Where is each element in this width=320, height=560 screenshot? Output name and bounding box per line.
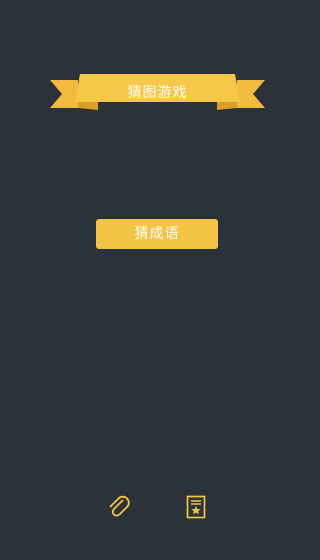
title-ribbon: 猜图游戏 xyxy=(50,72,265,112)
bookmark-star-icon[interactable] xyxy=(183,494,209,520)
game-home-screen: 猜图游戏 猜成语 xyxy=(0,0,315,560)
guess-idiom-button[interactable]: 猜成语 xyxy=(96,219,218,249)
page-title: 猜图游戏 xyxy=(127,85,188,101)
paperclip-icon[interactable] xyxy=(106,494,132,520)
